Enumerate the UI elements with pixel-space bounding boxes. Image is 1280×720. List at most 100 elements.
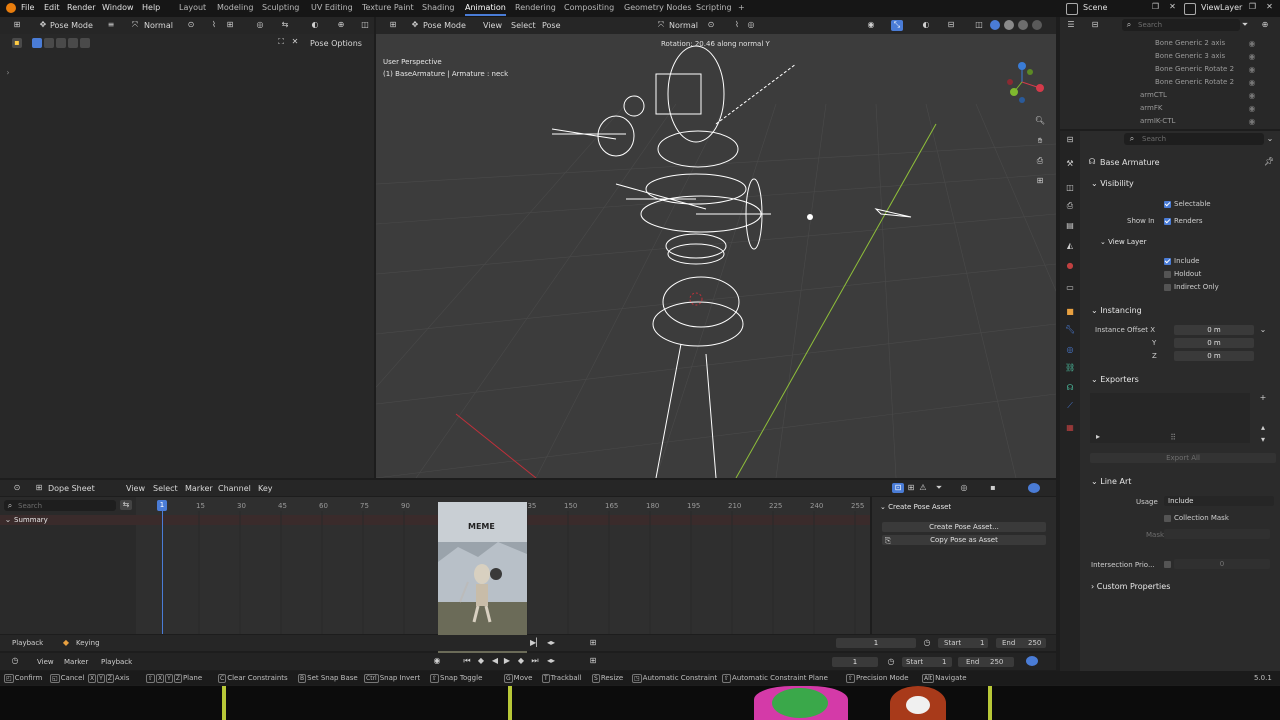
playback-menu[interactable]: Playback — [12, 639, 43, 647]
viewport-overlay-icon[interactable]: ◐ — [921, 20, 931, 29]
left-transform-dropdown[interactable]: Normal — [144, 21, 173, 30]
outliner-display-mode-icon[interactable]: ⊟ — [1090, 20, 1100, 29]
viewport-gizmo-toggle-icon[interactable]: ⤡ — [891, 20, 903, 31]
left-mode-dropdown[interactable]: Pose Mode — [50, 21, 93, 30]
expand-toolbar-icon[interactable]: › — [4, 68, 12, 77]
snapping-icon[interactable]: ▪ — [988, 483, 998, 492]
visibility-eye-icon[interactable]: ◉ — [1248, 52, 1256, 61]
outliner-filter-icon[interactable]: ⏷ — [1240, 20, 1250, 30]
proportional-icon[interactable]: ◎ — [255, 20, 265, 29]
scene-icon[interactable] — [1066, 3, 1078, 15]
outliner-item[interactable]: Bone Generic 2 axis — [1155, 39, 1225, 47]
viewport-mode-dropdown[interactable]: Pose Mode — [423, 21, 466, 30]
masks-toggles[interactable] — [1164, 529, 1270, 539]
viewport-pivot-icon[interactable]: ⊙ — [706, 20, 716, 29]
bone-tab-icon[interactable]: ⟋ — [1065, 401, 1075, 411]
workspace-tab-animation[interactable]: Animation — [465, 3, 506, 16]
current-frame-field[interactable]: 1 — [836, 638, 916, 648]
selectable-checkbox[interactable] — [1164, 201, 1171, 208]
jump-prev-keyframe-icon[interactable]: ◆ — [476, 656, 486, 665]
only-selected-icon[interactable]: ⊡ — [892, 483, 904, 493]
constraints-tab-icon[interactable]: ⛓ — [1065, 363, 1075, 372]
add-workspace-button[interactable]: + — [738, 3, 745, 12]
timeline-menu-marker[interactable]: Marker — [64, 658, 88, 666]
instance-offset-y-field[interactable]: 0 m — [1174, 338, 1254, 348]
exporters-section-header[interactable]: ⌄ Exporters — [1091, 375, 1139, 384]
visibility-eye-icon[interactable]: ◉ — [1248, 91, 1256, 100]
dopesheet-menu-channel[interactable]: Channel — [218, 484, 251, 493]
workspace-tab-scripting[interactable]: Scripting — [696, 3, 732, 12]
outliner-search-input[interactable]: ⌕ Search — [1122, 19, 1240, 31]
pan-hand-icon[interactable]: ✋︎ — [1034, 136, 1046, 146]
dopesheet-menu-select[interactable]: Select — [153, 484, 178, 493]
indirect-only-checkbox[interactable] — [1164, 284, 1171, 291]
outliner-item[interactable]: armIK-CTL — [1140, 117, 1175, 125]
line-art-section-header[interactable]: ⌄ Line Art — [1091, 477, 1131, 486]
workspace-tab-sculpting[interactable]: Sculpting — [262, 3, 299, 12]
list-expand-icon[interactable]: ▸ — [1094, 432, 1102, 441]
viewport-snap-icon[interactable]: ⌇ — [732, 20, 742, 29]
perspective-toggle-icon[interactable]: ⊞ — [1034, 176, 1046, 185]
pin-icon[interactable]: 📌︎ — [1264, 157, 1274, 166]
timeline-start-field[interactable]: Start 1 — [902, 657, 952, 667]
viewport-proportional-icon[interactable]: ◎ — [746, 20, 756, 29]
auto-key-icon[interactable]: ⊞ — [588, 638, 598, 647]
transform-affect-icon[interactable]: ⛶ — [276, 37, 286, 47]
object-name-field[interactable]: Base Armature — [1100, 158, 1160, 167]
properties-editor-type-icon[interactable]: ⊟ — [1065, 135, 1075, 144]
select-tool-icon[interactable]: ▪ — [12, 38, 22, 48]
menu-window[interactable]: Window — [102, 3, 134, 12]
play-reverse-icon[interactable]: ◀ — [490, 656, 500, 665]
shading-material-icon[interactable] — [1018, 20, 1028, 30]
outliner-item[interactable]: armCTL — [1140, 91, 1167, 99]
zoom-icon[interactable]: 🔍︎ — [1034, 116, 1046, 125]
visibility-eye-icon[interactable]: ◉ — [1248, 78, 1256, 87]
menu-render[interactable]: Render — [67, 3, 95, 12]
workspace-tab-uv-editing[interactable]: UV Editing — [311, 3, 353, 12]
dopesheet-mode-dropdown[interactable]: Dope Sheet — [48, 484, 95, 493]
toggle-sidebar-icon[interactable]: ◫ — [360, 20, 370, 29]
timeline-auto-key-icon[interactable]: ⊞ — [588, 656, 598, 665]
viewport-visibility-icon[interactable]: ◉ — [866, 20, 876, 29]
holdout-checkbox[interactable] — [1164, 271, 1171, 278]
scene-selector[interactable]: Scene — [1083, 3, 1107, 12]
jump-end-icon[interactable]: ⏭ — [530, 656, 540, 666]
select-intersect-icon[interactable] — [68, 38, 78, 48]
viewport-canvas[interactable]: User Perspective (1) BaseArmature | Arma… — [376, 34, 1056, 478]
mirror-icon[interactable]: ⇆ — [280, 20, 290, 29]
move-down-icon[interactable]: ▾ — [1258, 435, 1268, 444]
outliner-new-collection-icon[interactable]: ⊕ — [1260, 20, 1270, 29]
outliner-item[interactable]: Bone Generic 3 axis — [1155, 52, 1225, 60]
snap-target-icon[interactable]: ⊞ — [225, 20, 235, 29]
create-pose-asset-button[interactable]: Create Pose Asset... — [882, 522, 1046, 532]
viewport-xray-icon[interactable]: ⊟ — [946, 20, 956, 29]
visibility-eye-icon[interactable]: ◉ — [1248, 65, 1256, 74]
renders-checkbox[interactable] — [1164, 218, 1171, 225]
keyframe-nav-icon[interactable]: ◂▸ — [546, 656, 556, 665]
workspace-tab-shading[interactable]: Shading — [422, 3, 455, 12]
snap-icon[interactable]: ⌇ — [209, 20, 219, 29]
pose-options-dropdown[interactable]: Pose Options — [310, 39, 362, 48]
timeline-menu-playback[interactable]: Playback — [101, 658, 132, 666]
viewport-menu-select[interactable]: Select — [511, 21, 536, 30]
workspace-tab-rendering[interactable]: Rendering — [515, 3, 556, 12]
visibility-eye-icon[interactable]: ◉ — [1248, 117, 1256, 126]
blender-logo-icon[interactable] — [6, 3, 16, 13]
3d-cursor[interactable] — [689, 292, 703, 306]
visibility-eye-icon[interactable]: ◉ — [1248, 39, 1256, 48]
workspace-tab-compositing[interactable]: Compositing — [564, 3, 614, 12]
overlays-icon[interactable] — [1028, 483, 1040, 493]
viewport-menu-pose[interactable]: Pose — [542, 21, 561, 30]
menu-file[interactable]: File — [21, 3, 34, 12]
workspace-tab-texture-paint[interactable]: Texture Paint — [362, 3, 414, 12]
menu-help[interactable]: Help — [142, 3, 160, 12]
texture-tab-icon[interactable]: ▦ — [1065, 423, 1075, 432]
shading-wireframe-icon[interactable] — [990, 20, 1000, 30]
dopesheet-editor-type-icon[interactable]: ⊙ — [10, 483, 24, 492]
timeline-current-frame-field[interactable]: 1 — [832, 657, 878, 667]
editor-type-icon[interactable]: ⊞ — [10, 20, 24, 29]
select-extend-icon[interactable] — [44, 38, 54, 48]
include-checkbox[interactable] — [1164, 258, 1171, 265]
new-scene-icon[interactable]: ❐ — [1150, 2, 1161, 11]
instance-offset-menu-icon[interactable]: ⌄ — [1258, 325, 1268, 334]
